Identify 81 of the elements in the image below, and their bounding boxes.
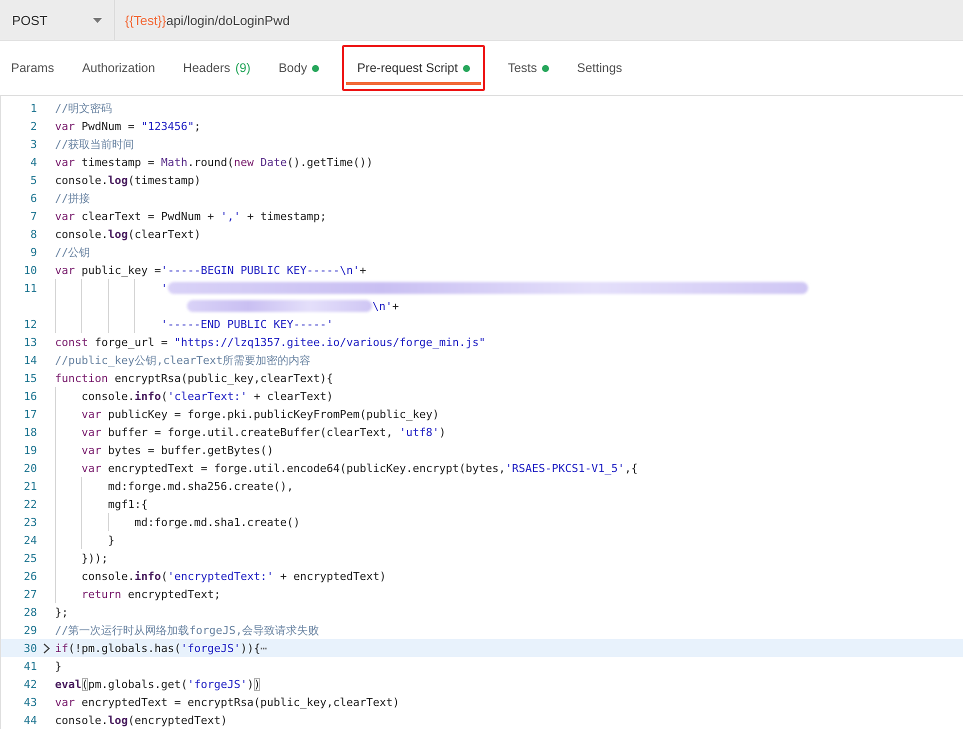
tab[interactable]: Authorization [71, 51, 166, 85]
code-text: ' [160, 282, 168, 294]
code-line: //明文密码 [55, 100, 112, 116]
line-number: 22 [22, 498, 37, 510]
line-number: 2 [29, 120, 37, 132]
method-dropdown[interactable]: POST [0, 0, 115, 40]
code-line: console.info('encryptedText:' + encryptedText) [81, 570, 386, 582]
code-line: })); [81, 552, 108, 564]
line-number: 19 [22, 444, 37, 456]
line-number: 12 [22, 318, 37, 330]
code-line: var encryptedText = encryptRsa(public_key,clearText) [55, 696, 400, 708]
code-line: console.log(clearText) [55, 228, 201, 240]
line-number: 10 [22, 264, 37, 276]
code-line: } [55, 660, 62, 672]
tab[interactable]: Settings [566, 51, 634, 85]
line-number: 20 [22, 462, 37, 474]
code-text: \n' [372, 300, 392, 312]
tab[interactable]: Pre-request Script [346, 51, 481, 85]
code-line: //获取当前时间 [55, 136, 134, 152]
line-number: 9 [29, 246, 37, 258]
url-field[interactable]: {{Test}}api/login/doLoginPwd [115, 0, 963, 40]
code-line: var timestamp = Math.round(new Date().getTime()) [55, 156, 373, 168]
line-number: 42 [22, 678, 37, 690]
line-number: 29 [22, 624, 37, 636]
code-line: //第一次运行时从网络加载forgeJS,会导致请求失败 [55, 622, 320, 638]
line-number: 26 [22, 570, 37, 582]
code-line: //拼接 [55, 190, 90, 206]
caret-icon [93, 18, 102, 22]
code-line: var public_key ='-----BEGIN PUBLIC KEY-----\n'+ [55, 264, 366, 276]
code-line: var PwdNum = "123456"; [55, 120, 201, 132]
line-number: 4 [29, 156, 37, 168]
fold-icon[interactable] [42, 642, 50, 654]
line-number: 44 [22, 714, 37, 726]
tab[interactable]: Body [268, 51, 330, 85]
code-text: + [392, 300, 399, 312]
code-line: md:forge.md.sha256.create(), [108, 480, 294, 492]
line-number: 30 [22, 642, 37, 654]
line-number: 17 [22, 408, 37, 420]
line-number: 3 [29, 138, 37, 150]
code-line: //公钥 [55, 244, 90, 260]
code-line: return encryptedText; [81, 588, 221, 600]
code-line: mgf1:{ [108, 498, 148, 510]
line-number: 28 [22, 606, 37, 618]
code-line: console.log(timestamp) [55, 174, 201, 186]
tab[interactable]: Tests [496, 51, 560, 85]
code-line: var clearText = PwdNum + ',' + timestamp; [55, 210, 327, 222]
code-line: //public_key公钥,clearText所需要加密的内容 [55, 352, 311, 368]
line-number: 16 [22, 390, 37, 402]
line-number: 13 [22, 336, 37, 348]
line-number: 25 [22, 552, 37, 564]
line-number: 11 [22, 282, 37, 294]
line-number: 1 [29, 102, 37, 114]
line-number: 24 [22, 534, 37, 546]
line-number: 23 [22, 516, 37, 528]
line-number: 15 [22, 372, 37, 384]
line-number: 14 [22, 354, 37, 366]
line-number: 5 [29, 174, 37, 186]
line-number: 21 [22, 480, 37, 492]
code-line: const forge_url = "https://lzq1357.gitee.io/various/forge_min.js" [55, 336, 486, 348]
line-number: 18 [22, 426, 37, 438]
code-line: console.info('clearText:' + clearText) [81, 390, 334, 402]
code-line: eval(pm.globals.get('forgeJS')) [55, 678, 260, 690]
line-number: 41 [22, 660, 37, 672]
code-line: console.log(encryptedText) [55, 714, 228, 726]
tab[interactable]: Params [0, 51, 66, 85]
line-number: 27 [22, 588, 37, 600]
code-line: if(!pm.globals.has('forgeJS')){⋯ [55, 642, 267, 654]
code-line: } [108, 534, 115, 546]
tab[interactable]: Headers (9) [172, 51, 262, 85]
code-line: }; [55, 606, 68, 618]
code-line: '-----END PUBLIC KEY-----' [160, 318, 334, 330]
line-number: 43 [22, 696, 37, 708]
line-number: 6 [29, 192, 37, 204]
code-line: var encryptedText = forge.util.encode64(publicKey.encrypt(bytes,'RSAES-PKCS1-V1_5',{ [81, 462, 638, 474]
line-number: 7 [29, 210, 37, 222]
code-line: function encryptRsa(public_key,clearText){ [55, 372, 334, 384]
code-line: md:forge.md.sha1.create() [134, 516, 300, 528]
line-number: 8 [29, 228, 37, 240]
code-line: var publicKey = forge.pki.publicKeyFromPem(public_key) [81, 408, 440, 420]
code-line: var buffer = forge.util.createBuffer(clearText, 'utf8') [81, 426, 446, 438]
code-line: var bytes = buffer.getBytes() [81, 444, 274, 456]
